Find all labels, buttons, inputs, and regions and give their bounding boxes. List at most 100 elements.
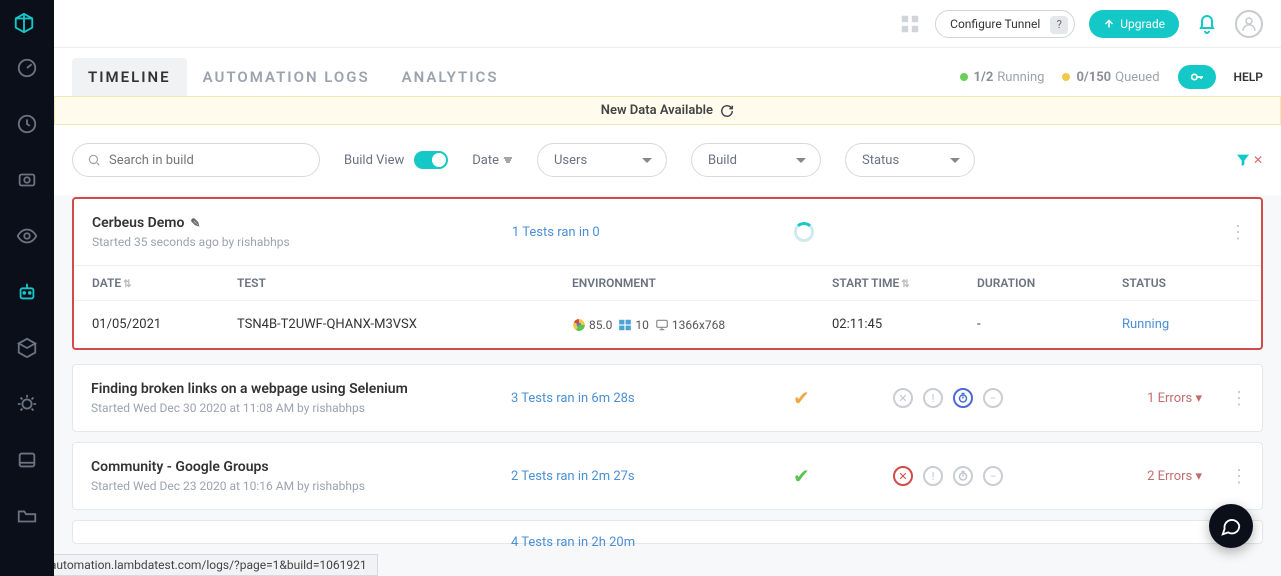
col-start-label: START TIME — [832, 276, 899, 290]
help-badge-icon: ? — [1050, 16, 1068, 34]
build-view-label: Build View — [344, 153, 404, 168]
content-area: TIMELINE AUTOMATION LOGS ANALYTICS 1/2 R… — [54, 48, 1281, 576]
running-count-value: 1/2 — [974, 70, 994, 85]
sort-icon — [503, 155, 513, 165]
kebab-menu-icon[interactable]: ⋮ — [1230, 388, 1248, 409]
build-card-cerbeus[interactable]: Cerbeus Demo ✎ Started 35 seconds ago by… — [72, 197, 1263, 350]
new-data-label: New Data Available — [601, 103, 713, 118]
check-icon: ✔ — [793, 386, 810, 410]
build-title: Community - Google Groups — [91, 459, 269, 475]
nav-dashboard-icon[interactable] — [13, 54, 41, 82]
errors-label[interactable]: 2 Errors ▾ — [1147, 469, 1202, 484]
tests-ran-label: 3 Tests ran in 6m 28s — [511, 391, 635, 406]
brand-logo-icon — [13, 12, 41, 40]
timer-circle-icon — [953, 466, 973, 486]
tabs-row: TIMELINE AUTOMATION LOGS ANALYTICS 1/2 R… — [54, 48, 1281, 96]
cell-env: 85.0 10 1366x768 — [572, 317, 832, 332]
table-header: DATE⇅ TEST ENVIRONMENT START TIME⇅ DURAT… — [74, 265, 1261, 300]
refresh-icon — [720, 104, 734, 118]
minus-circle-icon: − — [983, 466, 1003, 486]
queued-count-label: Queued — [1115, 70, 1159, 85]
col-test-label: TEST — [237, 276, 266, 290]
col-dur-label: DURATION — [977, 276, 1035, 290]
tabs-right: 1/2 Running 0/150 Queued HELP — [960, 65, 1263, 89]
cancel-circle-icon: ✕ — [893, 466, 913, 486]
status-icons: ✕ ! − — [893, 388, 1003, 408]
queued-dot-icon — [1062, 73, 1070, 81]
clear-x-icon: ✕ — [1253, 153, 1263, 167]
table-row[interactable]: 01/05/2021 TSN4B-T2UWF-QHANX-M3VSX 85.0 … — [74, 300, 1261, 348]
sidebar — [0, 0, 54, 576]
apps-grid-icon[interactable] — [899, 13, 921, 35]
errors-label[interactable]: 1 Errors ▾ — [1147, 391, 1202, 406]
warn-circle-icon: ! — [923, 466, 943, 486]
users-select[interactable]: Users — [537, 143, 667, 177]
tab-analytics[interactable]: ANALYTICS — [386, 58, 515, 96]
queued-counter: 0/150 Queued — [1062, 70, 1159, 85]
cell-dur: - — [977, 317, 1122, 332]
status-select[interactable]: Status — [845, 143, 975, 177]
tests-ran-label: 2 Tests ran in 2m 27s — [511, 469, 635, 484]
build-subtitle: Started 35 seconds ago by rishabhps — [92, 235, 290, 249]
topbar: Configure Tunnel ? Upgrade — [54, 0, 1281, 48]
upgrade-label: Upgrade — [1120, 17, 1165, 31]
tests-ran-label: 1 Tests ran in 0 — [512, 225, 600, 240]
nav-cube-icon[interactable] — [13, 334, 41, 362]
new-data-banner[interactable]: New Data Available — [54, 96, 1281, 125]
cell-status: Running — [1122, 317, 1243, 332]
edit-icon[interactable]: ✎ — [190, 216, 200, 230]
monitor-icon — [655, 318, 669, 332]
timer-circle-icon — [953, 388, 973, 408]
build-subtitle: Started Wed Dec 30 2020 at 11:08 AM by r… — [91, 401, 408, 415]
notifications-icon[interactable] — [1193, 10, 1221, 38]
funnel-icon — [1235, 152, 1251, 168]
chat-fab-button[interactable] — [1209, 504, 1253, 548]
build-select[interactable]: Build — [691, 143, 821, 177]
build-view-toggle: Build View — [344, 151, 448, 169]
clear-filter-button[interactable]: ✕ — [1235, 152, 1263, 168]
configure-tunnel-label: Configure Tunnel — [950, 17, 1040, 31]
avatar-icon[interactable] — [1235, 10, 1263, 38]
kebab-menu-icon[interactable]: ⋮ — [1229, 222, 1247, 243]
cell-start: 02:11:45 — [832, 317, 977, 332]
nav-automation-icon[interactable] — [13, 278, 41, 306]
nav-folder-icon[interactable] — [13, 502, 41, 530]
col-env-label: ENVIRONMENT — [572, 276, 656, 290]
nav-visual-icon[interactable] — [13, 222, 41, 250]
running-dot-icon — [960, 73, 968, 81]
kebab-menu-icon[interactable]: ⋮ — [1230, 466, 1248, 487]
nav-screenshot-icon[interactable] — [13, 166, 41, 194]
build-title: Cerbeus Demo — [92, 215, 184, 231]
build-card-community[interactable]: Community - Google Groups Started Wed De… — [72, 442, 1263, 510]
nav-bug-icon[interactable] — [13, 390, 41, 418]
build-view-switch[interactable] — [414, 151, 448, 169]
spinner-icon — [794, 222, 814, 242]
search-container — [72, 143, 320, 177]
queued-count-value: 0/150 — [1076, 70, 1111, 85]
minus-circle-icon: − — [983, 388, 1003, 408]
search-icon — [87, 153, 101, 167]
chat-icon — [1220, 515, 1242, 537]
access-key-button[interactable] — [1178, 65, 1216, 89]
status-icons: ✕ ! − — [893, 466, 1003, 486]
chrome-icon — [572, 318, 586, 332]
nav-history-icon[interactable] — [13, 110, 41, 138]
windows-icon — [618, 318, 632, 332]
configure-tunnel-button[interactable]: Configure Tunnel ? — [935, 10, 1075, 38]
search-input[interactable] — [109, 153, 305, 168]
nav-device-icon[interactable] — [13, 446, 41, 474]
cell-date: 01/05/2021 — [92, 317, 237, 332]
upgrade-button[interactable]: Upgrade — [1089, 10, 1179, 38]
status-url-bar: https://automation.lambdatest.com/logs/?… — [0, 554, 378, 576]
help-link[interactable]: HELP — [1234, 70, 1263, 84]
date-sort[interactable]: Date — [472, 153, 513, 168]
tab-automation-logs[interactable]: AUTOMATION LOGS — [187, 58, 386, 96]
filters-row: Build View Date Users Build Status ✕ — [54, 125, 1281, 195]
running-counter: 1/2 Running — [960, 70, 1045, 85]
check-icon: ✔ — [793, 464, 810, 488]
build-card-peek[interactable]: 4 Tests ran in 2h 20m — [72, 520, 1263, 544]
tab-timeline[interactable]: TIMELINE — [72, 58, 187, 96]
build-title-row: Cerbeus Demo ✎ — [92, 215, 290, 231]
cell-test: TSN4B-T2UWF-QHANX-M3VSX — [237, 317, 572, 332]
build-card-brokenlinks[interactable]: Finding broken links on a webpage using … — [72, 364, 1263, 432]
